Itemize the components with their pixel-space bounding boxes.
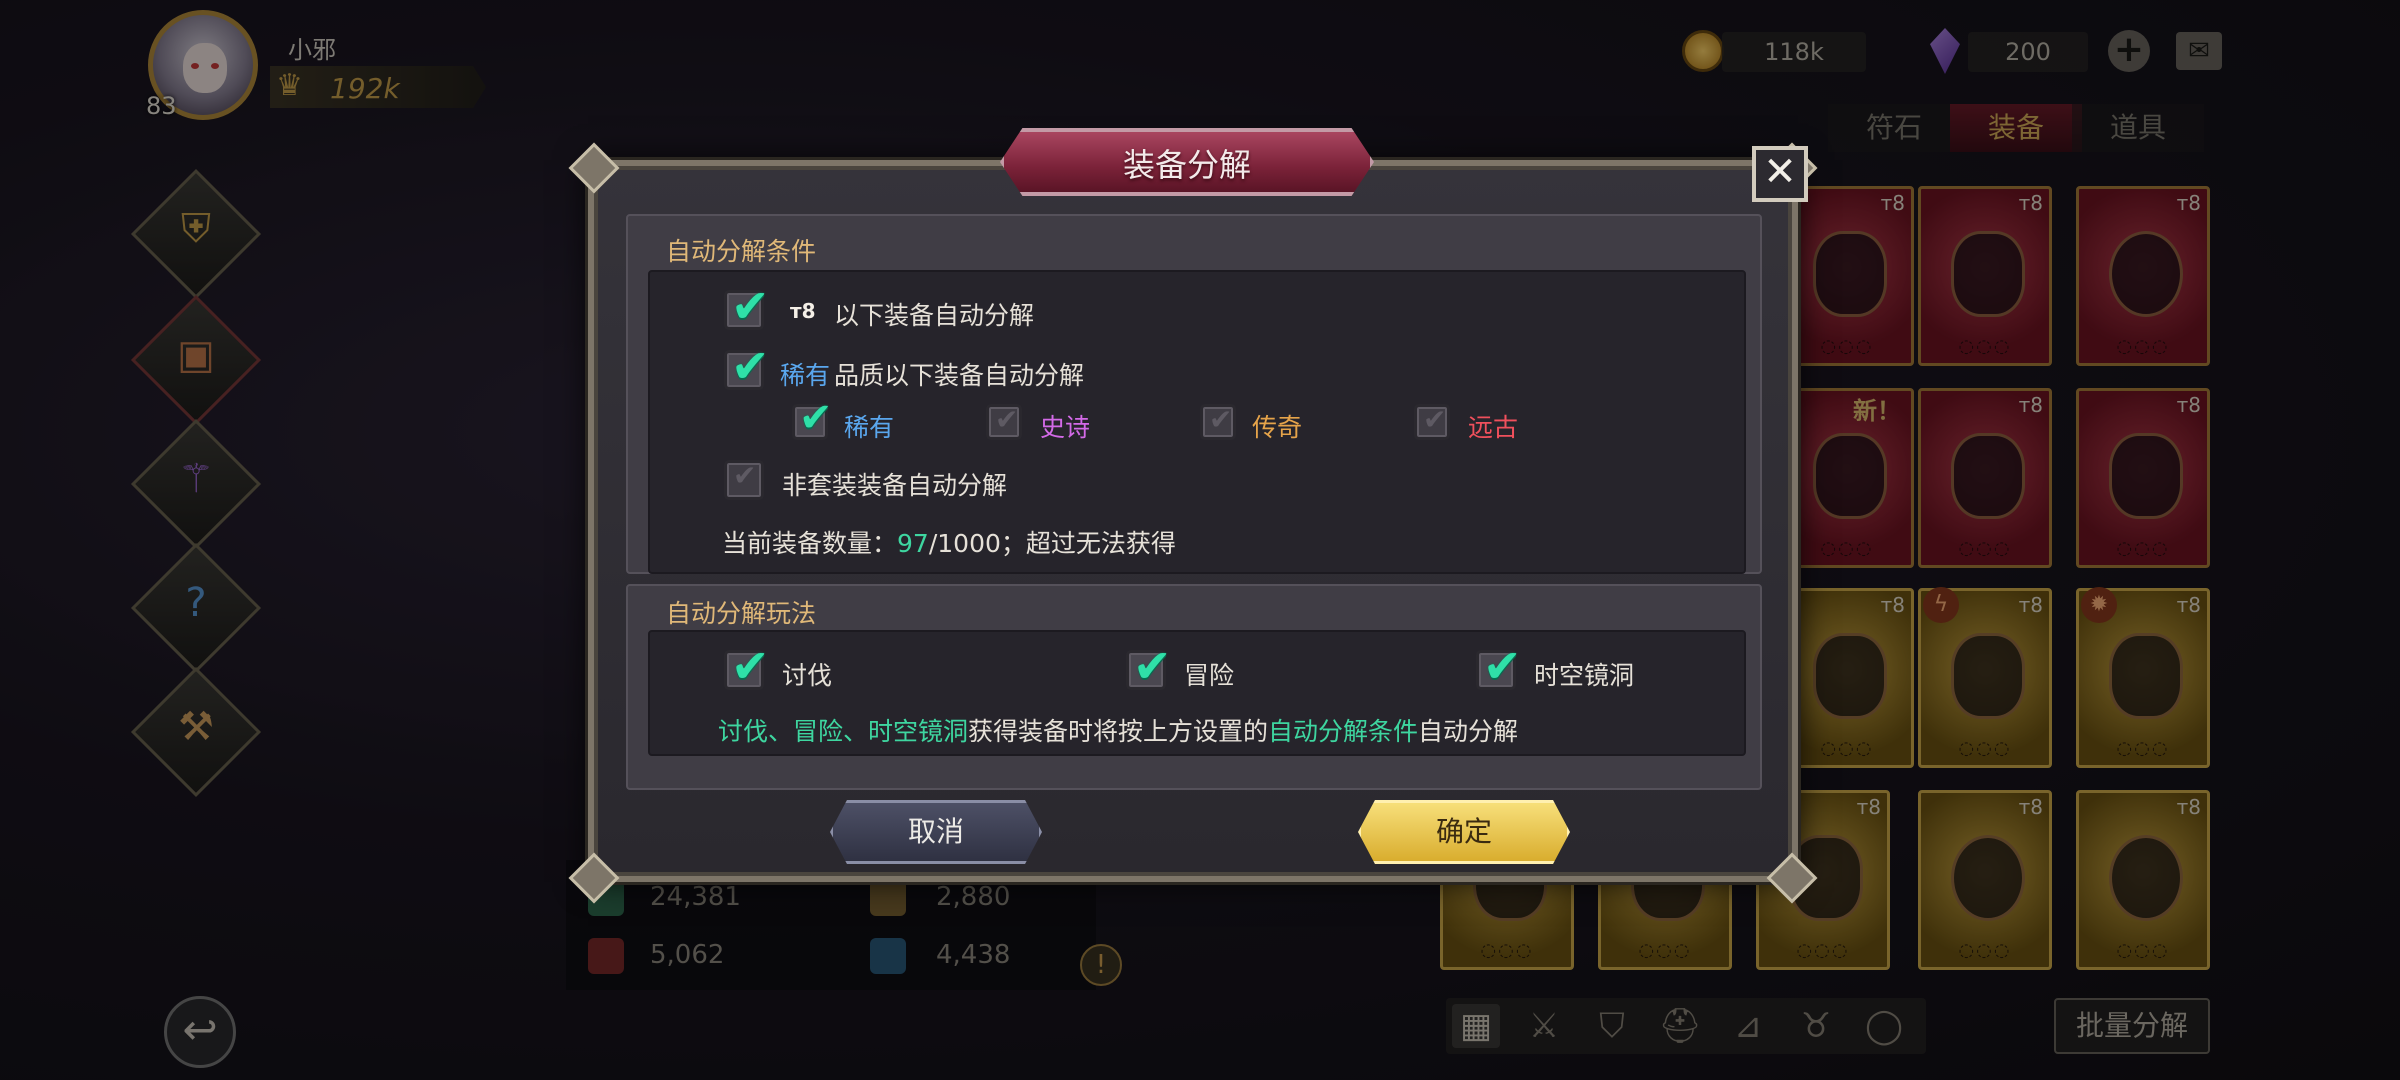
mode-adventure-checkbox[interactable] — [1126, 639, 1172, 693]
modal-title: 装备分解 — [1122, 146, 1251, 184]
quality-legendary-checkbox[interactable] — [1200, 403, 1236, 440]
quality-option-label: 品质以下装备自动分解 — [834, 361, 1085, 390]
mode-adventure-label: 冒险 — [1184, 661, 1235, 690]
quality-ancient-checkbox[interactable] — [1414, 403, 1450, 440]
quality-name: 稀有 — [780, 361, 831, 390]
nonset-checkbox[interactable] — [724, 459, 764, 500]
confirm-button[interactable]: 确定 — [1358, 800, 1570, 864]
modes-note: 讨伐、冒险、时空镜洞获得装备时将按上方设置的自动分解条件自动分解 — [718, 717, 1519, 746]
mode-rift-checkbox[interactable] — [1476, 639, 1522, 693]
quality-checkbox[interactable] — [724, 339, 770, 393]
section-title: 自动分解玩法 — [666, 599, 817, 628]
quality-rare-label: 稀有 — [844, 413, 895, 442]
quality-epic-label: 史诗 — [1040, 413, 1091, 442]
quality-rare-checkbox[interactable] — [792, 395, 833, 441]
quality-ancient-label: 远古 — [1468, 413, 1519, 442]
tier-option-label: 以下装备自动分解 — [834, 301, 1035, 330]
mode-crusade-checkbox[interactable] — [724, 639, 770, 693]
mode-crusade-label: 讨伐 — [782, 661, 833, 690]
mode-rift-label: 时空镜洞 — [1534, 661, 1635, 690]
quality-epic-checkbox[interactable] — [986, 403, 1022, 440]
cancel-button[interactable]: 取消 — [830, 800, 1042, 864]
tier-mark: т8 — [790, 299, 816, 323]
equipment-count: 当前装备数量：97/1000；超过无法获得 — [722, 529, 1176, 558]
nonset-option-label: 非套装装备自动分解 — [782, 471, 1008, 500]
tier-checkbox[interactable] — [724, 279, 770, 333]
section-title: 自动分解条件 — [666, 237, 817, 266]
close-button[interactable]: ✕ — [1752, 146, 1808, 202]
quality-legendary-label: 传奇 — [1252, 413, 1303, 442]
